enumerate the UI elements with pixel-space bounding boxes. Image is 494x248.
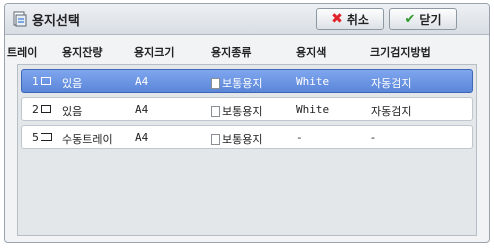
detect-cell: 자동검지 (371, 105, 412, 118)
tray-cell: 2 (32, 103, 51, 116)
close-button[interactable]: ✔ 닫기 (389, 8, 457, 30)
header-size: 용지크기 (134, 46, 175, 59)
tray-icon (41, 105, 51, 113)
size-cell: A4 (135, 75, 149, 88)
paper-select-dialog: 용지선택 ✖ 취소 ✔ 닫기 트레이 용지잔량 용지크기 용지종류 용지색 크기… (4, 3, 490, 243)
remaining-cell: 있음 (62, 77, 83, 90)
size-cell: A4 (135, 103, 149, 116)
type-text: 보통용지 (222, 77, 263, 90)
column-headers: 트레이 용지잔량 용지크기 용지종류 용지색 크기검지방법 (5, 42, 489, 60)
tray-number: 2 (32, 103, 39, 116)
color-cell: White (296, 103, 330, 116)
dialog-title: 용지선택 (32, 14, 80, 29)
type-cell: 보통용지 (211, 103, 262, 119)
paper-icon (211, 133, 220, 145)
tray-icon (41, 77, 51, 85)
paper-icon (211, 77, 220, 89)
type-cell: 보통용지 (211, 75, 262, 91)
detect-cell: 자동검지 (371, 77, 412, 90)
tray-number: 5 (32, 131, 39, 144)
size-cell: A4 (135, 131, 149, 144)
table-row[interactable]: 1 있음 A4 보통용지 White 자동검지 (21, 69, 473, 93)
remaining-cell: 있음 (62, 105, 83, 118)
tray-list: 1 있음 A4 보통용지 White 자동검지 2 있음 A4 보통용지 Whi… (17, 64, 477, 236)
color-cell: White (296, 75, 330, 88)
tray-cell: 5 (32, 131, 52, 144)
remaining-cell: 수동트레이 (62, 133, 113, 146)
type-text: 보통용지 (222, 105, 263, 118)
paper-icon (211, 105, 220, 117)
checkmark-icon: ✔ (404, 11, 416, 27)
tray-number: 1 (32, 75, 39, 88)
type-text: 보통용지 (222, 133, 263, 146)
type-cell: 보통용지 (211, 131, 262, 147)
table-row[interactable]: 5 수동트레이 A4 보통용지 - - (21, 125, 473, 149)
cancel-button[interactable]: ✖ 취소 (316, 8, 384, 30)
cancel-x-icon: ✖ (331, 11, 343, 27)
cancel-label: 취소 (346, 12, 369, 27)
header-tray: 트레이 (7, 46, 38, 59)
detect-cell: - (371, 131, 375, 144)
header-detect: 크기검지방법 (370, 46, 431, 59)
color-cell: - (296, 131, 303, 144)
paper-tray-icon (13, 11, 27, 27)
table-row[interactable]: 2 있음 A4 보통용지 White 자동검지 (21, 97, 473, 121)
close-label: 닫기 (419, 12, 442, 27)
header-type: 용지종류 (211, 46, 252, 59)
header-color: 용지색 (296, 46, 327, 59)
title-bar: 용지선택 ✖ 취소 ✔ 닫기 (5, 4, 489, 35)
header-remaining: 용지잔량 (62, 46, 103, 59)
tray-cell: 1 (32, 75, 51, 88)
bypass-tray-icon (41, 133, 52, 141)
